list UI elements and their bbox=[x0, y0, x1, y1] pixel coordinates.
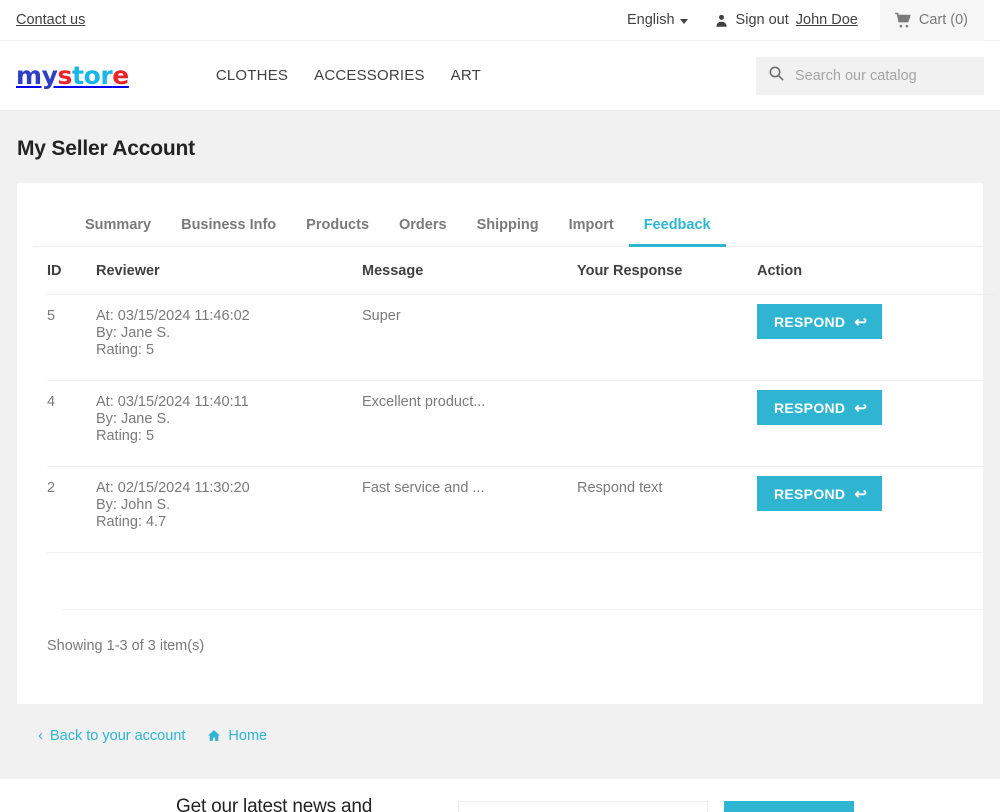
cell-message: Fast service and ... bbox=[362, 480, 485, 496]
back-to-account-label: Back to your account bbox=[50, 727, 186, 744]
reviewer-name: By: Jane S. bbox=[96, 324, 171, 341]
reviewer-date: At: 03/15/2024 11:46:02 bbox=[96, 308, 250, 324]
user-name-link[interactable]: John Doe bbox=[796, 12, 858, 28]
seller-account-card: Summary Business Info Products Orders Sh… bbox=[17, 183, 1000, 704]
cell-action: RESPOND ↩ bbox=[757, 304, 997, 380]
cart-button[interactable]: Cart (0) bbox=[879, 0, 984, 41]
search-input[interactable] bbox=[795, 67, 972, 84]
reviewer-date: At: 02/15/2024 11:30:20 bbox=[96, 480, 250, 496]
user-account-group: Sign out John Doe bbox=[714, 12, 858, 28]
respond-button-label: RESPOND bbox=[774, 485, 846, 502]
store-logo[interactable]: mystore bbox=[16, 61, 129, 90]
home-icon bbox=[207, 729, 221, 742]
reviewer-date: At: 03/15/2024 11:40:11 bbox=[96, 394, 249, 410]
tab-feedback[interactable]: Feedback bbox=[628, 217, 726, 247]
reviewer-name: By: John S. bbox=[96, 496, 171, 513]
respond-button[interactable]: RESPOND ↩ bbox=[757, 476, 883, 511]
newsletter-email-input[interactable] bbox=[458, 801, 708, 812]
language-label: English bbox=[626, 12, 675, 28]
reviewer-rating: Rating: 5 bbox=[96, 341, 155, 358]
column-header-reviewer: Reviewer bbox=[96, 262, 160, 279]
tab-business-info[interactable]: Business Info bbox=[166, 217, 291, 247]
logo-part-tor: tor bbox=[72, 61, 113, 90]
home-label: Home bbox=[228, 727, 268, 744]
reviewer-name: By: Jane S. bbox=[96, 410, 171, 427]
search-box[interactable] bbox=[756, 56, 984, 95]
language-selector[interactable]: English bbox=[627, 12, 688, 28]
respond-button-label: RESPOND bbox=[774, 313, 846, 330]
top-navigation-right-group: English Sign out John Doe Cart (0) bbox=[627, 0, 984, 41]
cell-response bbox=[577, 308, 757, 380]
cell-reviewer: At: 03/15/2024 11:40:11 By: Jane S. Rati… bbox=[96, 394, 362, 466]
page-title: My Seller Account bbox=[17, 137, 195, 160]
newsletter-heading: Get our latest news and special sales bbox=[176, 793, 436, 812]
sign-out-link[interactable]: Sign out bbox=[736, 12, 789, 28]
tab-products[interactable]: Products bbox=[291, 217, 384, 247]
cell-reviewer: At: 03/15/2024 11:46:02 By: Jane S. Rati… bbox=[96, 308, 362, 380]
card-bottom-spacer bbox=[33, 654, 967, 704]
home-link[interactable]: Home bbox=[207, 728, 267, 744]
reviewer-rating: Rating: 5 bbox=[96, 427, 155, 444]
cell-id: 5 bbox=[47, 308, 56, 324]
site-header: mystore CLOTHES ACCESSORIES ART bbox=[0, 41, 1000, 111]
account-footer-links: ‹ Back to your account Home bbox=[17, 704, 983, 744]
newsletter-heading-line1: Get our latest news and bbox=[176, 796, 373, 812]
respond-button-label: RESPOND bbox=[774, 399, 846, 416]
logo-part-s: s bbox=[57, 61, 73, 90]
page-content: My Seller Account Summary Business Info … bbox=[0, 111, 1000, 744]
person-icon bbox=[714, 13, 729, 28]
menu-item-clothes[interactable]: CLOTHES bbox=[216, 67, 288, 84]
menu-item-art[interactable]: ART bbox=[451, 67, 481, 84]
reply-arrow-icon: ↩ bbox=[854, 486, 868, 503]
respond-button[interactable]: RESPOND ↩ bbox=[757, 304, 883, 339]
column-header-action: Action bbox=[757, 262, 803, 279]
feedback-table: ID Reviewer Message Your Response Action… bbox=[47, 247, 1000, 610]
cell-action: RESPOND ↩ bbox=[757, 390, 997, 466]
seller-account-tabs: Summary Business Info Products Orders Sh… bbox=[33, 183, 983, 247]
column-header-id: ID bbox=[47, 262, 62, 279]
menu-item-accessories[interactable]: ACCESSORIES bbox=[314, 67, 425, 84]
table-header-row: ID Reviewer Message Your Response Action bbox=[47, 247, 997, 295]
tab-shipping[interactable]: Shipping bbox=[462, 217, 554, 247]
main-menu: CLOTHES ACCESSORIES ART bbox=[216, 67, 481, 84]
logo-part-e: e bbox=[112, 61, 129, 90]
column-header-message: Message bbox=[362, 262, 424, 279]
chevron-down-icon bbox=[679, 18, 688, 24]
tab-summary[interactable]: Summary bbox=[70, 217, 166, 247]
newsletter-section: Get our latest news and special sales SU… bbox=[0, 778, 1000, 812]
tab-orders[interactable]: Orders bbox=[384, 217, 462, 247]
cell-message: Excellent product... bbox=[362, 394, 486, 410]
table-row: 5 At: 03/15/2024 11:46:02 By: Jane S. Ra… bbox=[47, 295, 997, 381]
chevron-left-icon: ‹ bbox=[38, 727, 43, 744]
results-count-label: Showing 1-3 of 3 item(s) bbox=[47, 638, 205, 654]
column-header-response: Your Response bbox=[577, 262, 683, 279]
table-row: 4 At: 03/15/2024 11:40:11 By: Jane S. Ra… bbox=[47, 381, 997, 467]
tab-import[interactable]: Import bbox=[554, 217, 629, 247]
search-icon bbox=[768, 65, 784, 86]
contact-us-link[interactable]: Contact us bbox=[16, 12, 85, 28]
cell-response: Respond text bbox=[577, 480, 663, 496]
cell-id: 4 bbox=[47, 394, 56, 410]
top-navigation-bar: Contact us English Sign out John Doe Car… bbox=[0, 0, 1000, 41]
back-to-account-link[interactable]: ‹ Back to your account bbox=[38, 727, 185, 744]
shopping-cart-icon bbox=[894, 12, 912, 29]
table-row: 2 At: 02/15/2024 11:30:20 By: John S. Ra… bbox=[47, 467, 997, 553]
reviewer-rating: Rating: 4.7 bbox=[96, 513, 167, 530]
cell-action: RESPOND ↩ bbox=[757, 476, 997, 552]
cell-message: Super bbox=[362, 308, 401, 324]
respond-button[interactable]: RESPOND ↩ bbox=[757, 390, 883, 425]
subscribe-button[interactable]: SUBSCRIBE bbox=[724, 800, 855, 812]
reply-arrow-icon: ↩ bbox=[854, 314, 868, 331]
cart-label: Cart (0) bbox=[918, 12, 968, 28]
cell-reviewer: At: 02/15/2024 11:30:20 By: John S. Rati… bbox=[96, 480, 362, 552]
cell-response bbox=[577, 394, 757, 466]
reply-arrow-icon: ↩ bbox=[854, 400, 868, 417]
logo-part-my: my bbox=[16, 61, 58, 90]
cell-id: 2 bbox=[47, 480, 56, 496]
